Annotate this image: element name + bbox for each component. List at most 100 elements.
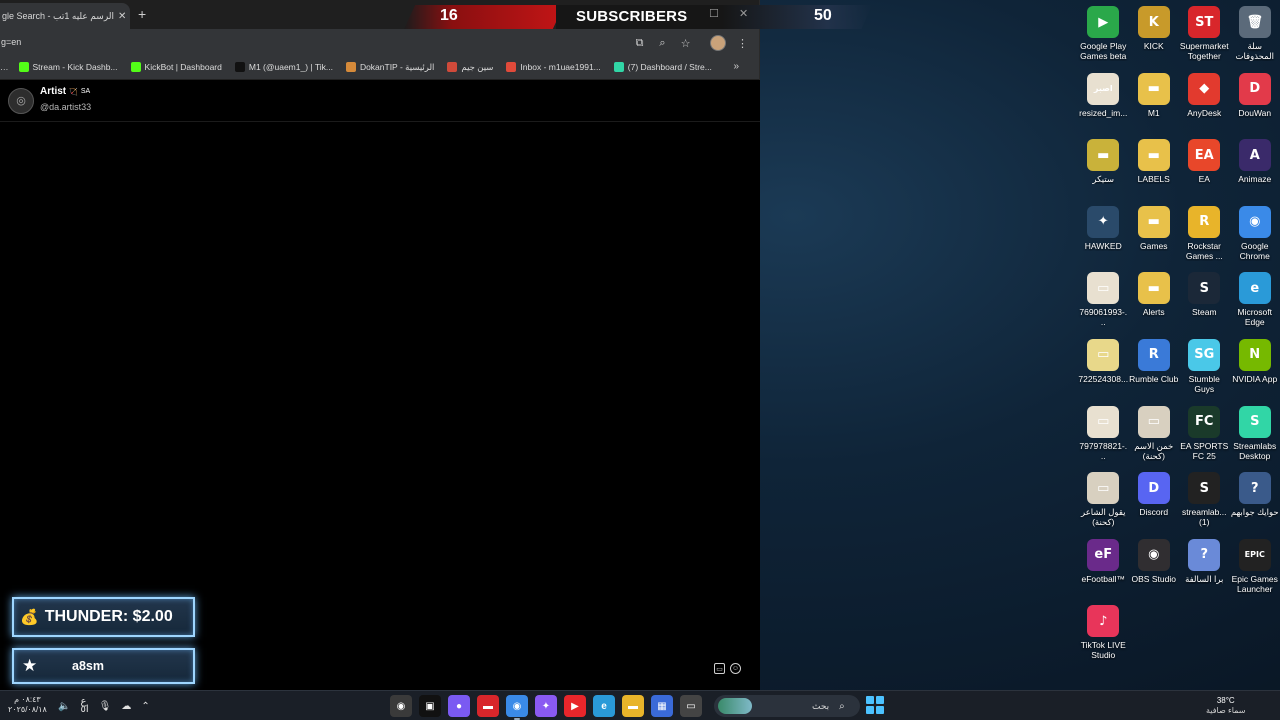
bookmark-item[interactable]: KickBot | Dashboard — [130, 62, 222, 72]
desktop-icon-image: ◆ — [1188, 72, 1221, 105]
bookmark-star-icon[interactable]: ☆ — [679, 37, 692, 50]
cloud-icon[interactable]: ☁ — [121, 701, 131, 712]
taskbar-app-copilot-icon[interactable]: ✦ — [535, 695, 557, 717]
desktop-icon-image: ▬ — [1087, 139, 1120, 172]
desktop-icon-label: LABELS — [1137, 174, 1170, 185]
desktop-icon-label: برا السالفة — [1185, 573, 1224, 584]
bookmark-item[interactable]: Inbox - m1uae1991... — [506, 62, 601, 72]
install-app-icon[interactable]: ⧉ — [633, 37, 646, 50]
bookmark-item[interactable]: سين جيم — [447, 62, 493, 73]
desktop-icon-image: K — [1137, 6, 1170, 38]
desktop-icon[interactable]: R Rumble Club — [1129, 337, 1180, 404]
desktop-icon[interactable]: ◉ Google Chrome — [1230, 204, 1280, 271]
start-button[interactable] — [866, 696, 884, 714]
desktop-icon[interactable]: D DouWan — [1230, 71, 1280, 138]
desktop-icon[interactable]: S Steam — [1179, 270, 1230, 337]
taskbar-app-capcut-icon[interactable]: ▣ — [419, 695, 441, 717]
desktop-icon[interactable]: N NVIDIA App — [1230, 337, 1280, 404]
desktop-icon[interactable]: ST Supermarket Together — [1179, 4, 1230, 71]
chevron-up-icon[interactable]: ⌃ — [141, 701, 149, 712]
new-tab-button[interactable]: + — [138, 6, 146, 22]
bookmark-overflow-left[interactable]: … — [0, 62, 9, 72]
desktop-icon[interactable]: ▭ خمن الاسم (كحنة) — [1129, 404, 1180, 471]
desktop-icon[interactable]: ? برا السالفة — [1179, 537, 1230, 604]
desktop-icon[interactable]: D Discord — [1129, 470, 1180, 537]
desktop-icon-image: N — [1238, 338, 1271, 371]
taskbar-app-monitor-icon[interactable]: ▭ — [680, 695, 702, 717]
taskbar-app-recorder-icon[interactable]: ◉ — [390, 695, 412, 717]
tab-close-icon[interactable]: ✕ — [118, 11, 126, 22]
zoom-icon[interactable]: ⌕ — [656, 37, 669, 50]
desktop-icon[interactable]: ▬ M1 — [1129, 71, 1180, 138]
desktop-icon[interactable]: e Microsoft Edge — [1230, 270, 1280, 337]
address-bar[interactable]: g=en ⧉ ⌕ ☆ ⋮ — [0, 29, 759, 55]
desktop-icon[interactable]: R Rockstar Games ... — [1179, 204, 1230, 271]
bookmark-item[interactable]: (7) Dashboard / Stre... — [613, 62, 712, 72]
desktop-icon-label: Rumble Club — [1129, 373, 1179, 384]
desktop-icon[interactable]: EA EA — [1179, 137, 1230, 204]
image-icon[interactable]: ▭ — [714, 663, 725, 674]
desktop-icon[interactable]: FC EA SPORTS FC 25 — [1179, 404, 1230, 471]
clock[interactable]: ٠٨:٤٣ م ٢٠٢٥/٠٨/١٨ — [8, 695, 47, 715]
desktop-icon[interactable]: ♪ TikTok LIVE Studio — [1078, 603, 1129, 670]
profile-handle: @da.artist33 — [40, 102, 92, 112]
taskbar-app-deal-app-icon[interactable]: ▬ — [477, 695, 499, 717]
subscriber-current-count: 16 — [440, 7, 458, 24]
desktop-icon[interactable]: ▬ ستيكر — [1078, 137, 1129, 204]
desktop-icon[interactable]: ✦ HAWKED — [1078, 204, 1129, 271]
close-window-icon[interactable]: ✕ — [739, 7, 748, 20]
bookmark-item[interactable]: Stream - Kick Dashb... — [18, 62, 118, 72]
desktop-icon[interactable]: ? حوايك جوابهم — [1230, 470, 1280, 537]
desktop-icon-label: NVIDIA App — [1232, 373, 1278, 384]
bookmark-item[interactable]: M1 (@uaem1_) | Tik... — [234, 62, 333, 72]
desktop-icon[interactable]: EPIC Epic Games Launcher — [1230, 537, 1280, 604]
desktop-icon-label: 797978821-... — [1079, 440, 1128, 461]
desktop-icon[interactable]: ▬ Games — [1129, 204, 1180, 271]
volume-icon[interactable]: 🔈 — [58, 701, 70, 712]
desktop-icon-image: S — [1188, 272, 1221, 305]
desktop-icon[interactable]: A Animaze — [1230, 137, 1280, 204]
clock-time: ٠٨:٤٣ م — [14, 695, 41, 704]
desktop-icon[interactable]: ▭ 797978821-... — [1078, 404, 1129, 471]
microphone-icon[interactable]: 🎙 — [99, 701, 112, 712]
desktop-icon[interactable]: 🗑 سلة المحذوفات — [1230, 4, 1280, 71]
kebab-menu-icon[interactable]: ⋮ — [736, 37, 749, 50]
desktop-icon[interactable]: اصبر resized_im... — [1078, 71, 1129, 138]
bookmark-item[interactable]: DokanTIP - الرئيسية — [345, 62, 434, 73]
profile-avatar-icon[interactable] — [710, 35, 726, 51]
desktop-icon[interactable]: ▶ Google Play Games beta — [1078, 4, 1129, 71]
desktop-icon[interactable]: ▬ LABELS — [1129, 137, 1180, 204]
url-text[interactable]: g=en — [0, 37, 21, 47]
desktop-icon[interactable]: ▭ 769061993-... — [1078, 270, 1129, 337]
desktop-icon-image: 🗑 — [1238, 6, 1271, 38]
desktop-icon[interactable]: ▭ 722524308... — [1078, 337, 1129, 404]
desktop-icon[interactable]: SG Stumble Guys — [1179, 337, 1230, 404]
taskbar-app-store-icon[interactable]: ▦ — [651, 695, 673, 717]
desktop-icon-label: 722524308... — [1078, 373, 1129, 384]
weather-widget[interactable]: 38°C سماء صافية — [1206, 696, 1246, 716]
tab-google-search[interactable]: gle Search - هل الرسم عليه 1تب ✕ — [0, 3, 130, 29]
profile-avatar[interactable]: ◎ — [8, 87, 34, 114]
desktop-icon[interactable]: eF eFootball™ — [1078, 537, 1129, 604]
bookmarks-more-icon[interactable]: » — [733, 61, 739, 72]
taskbar-app-explorer-icon[interactable]: ▬ — [622, 695, 644, 717]
taskbar-app-discord-bot-icon[interactable]: ● — [448, 695, 470, 717]
desktop-icon-label: Games — [1140, 240, 1168, 251]
desktop-icon[interactable]: S Streamlabs Desktop — [1230, 404, 1280, 471]
desktop-icon[interactable]: Sstreamlab... (1) — [1179, 470, 1230, 537]
maximize-icon[interactable]: ☐ — [709, 7, 719, 20]
emoji-icon[interactable]: ☺ — [730, 663, 741, 674]
language-indicator[interactable]: ع ا٥ — [80, 697, 88, 715]
desktop-icon[interactable]: K KICK — [1129, 4, 1180, 71]
taskbar-app-youtube-icon[interactable]: ▶ — [564, 695, 586, 717]
taskbar-app-chrome-icon[interactable]: ◉ — [506, 695, 528, 720]
taskbar-search[interactable]: بحث ⌕ — [714, 695, 860, 717]
desktop-icon-image: S — [1188, 472, 1221, 505]
input-tools: ▭ ☺ — [714, 663, 741, 674]
desktop-icon[interactable]: ◆ AnyDesk — [1179, 71, 1230, 138]
desktop-icon[interactable]: ▭ يقول الشاعر (كحنة) — [1078, 470, 1129, 537]
desktop-icon[interactable]: ▬ Alerts — [1129, 270, 1180, 337]
taskbar-app-edge-icon[interactable]: e — [593, 695, 615, 717]
desktop-icon[interactable]: ◉ OBS Studio — [1129, 537, 1180, 604]
desktop-icon-label: streamlab... (1) — [1182, 507, 1227, 528]
